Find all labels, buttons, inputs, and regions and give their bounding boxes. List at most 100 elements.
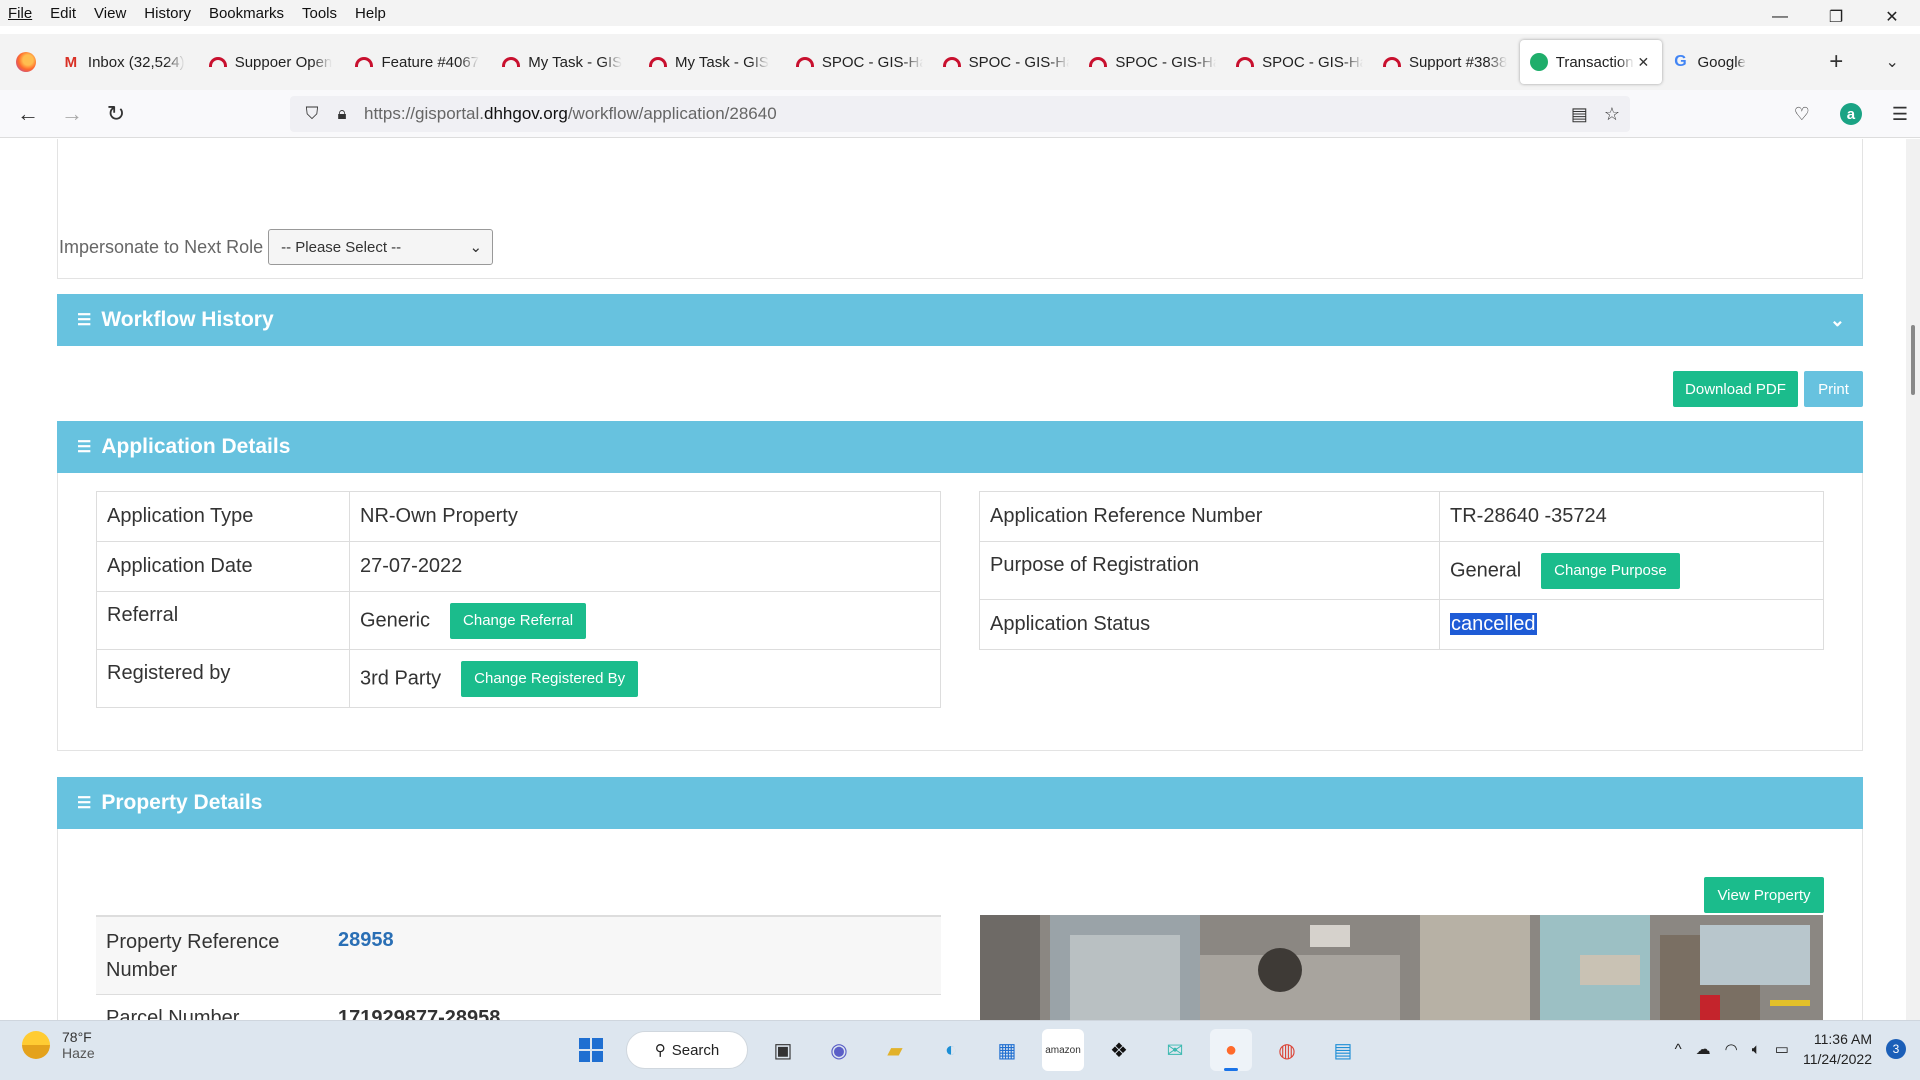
list-icon: ☰ bbox=[77, 795, 92, 812]
download-pdf-button[interactable]: Download PDF bbox=[1673, 371, 1798, 407]
toolbar-right: ♡ a ☰ bbox=[1794, 90, 1908, 138]
property-reference-link[interactable]: 28958 bbox=[338, 929, 394, 951]
menu-tools[interactable]: Tools bbox=[293, 5, 346, 22]
bookmark-star-icon[interactable]: ☆ bbox=[1604, 104, 1620, 125]
tab-inbox[interactable]: M Inbox (32,524) bbox=[52, 40, 199, 84]
table-row: Purpose of Registration General Change Pur… bbox=[979, 541, 1824, 600]
chrome-icon[interactable]: ◍ bbox=[1266, 1029, 1308, 1071]
menu-help[interactable]: Help bbox=[346, 5, 395, 22]
change-registered-by-button[interactable]: Change Registered By bbox=[461, 660, 639, 697]
application-details-right-table: Application Reference Number TR-28640 -35… bbox=[979, 491, 1824, 650]
field-value: 171929877-28958 bbox=[328, 994, 941, 1020]
print-button[interactable]: Print bbox=[1804, 371, 1863, 407]
arc-icon bbox=[355, 54, 374, 70]
close-tab-icon[interactable]: ✕ bbox=[1638, 54, 1650, 71]
table-row: Application Type NR-Own Property bbox=[96, 491, 941, 542]
menu-history[interactable]: History bbox=[135, 5, 200, 22]
back-icon[interactable]: ← bbox=[8, 94, 48, 134]
table-row: Referral Generic Change Referral bbox=[96, 591, 941, 650]
amazon-icon[interactable]: amazon bbox=[1042, 1029, 1084, 1071]
tab-spoc-4[interactable]: SPOC - GIS-Ha bbox=[1226, 40, 1373, 84]
taskbar: 78°F Haze ⚲ Search ▣ ◉ ▰ ◐ ▦ amazon ❖ ✉ ●… bbox=[0, 1020, 1920, 1080]
cloud-error-icon[interactable]: ☁ bbox=[1696, 1040, 1711, 1058]
field-value: 3rd Party Change Registered By bbox=[349, 649, 941, 708]
weather-condition: Haze bbox=[62, 1045, 95, 1061]
file-explorer-icon[interactable]: ▰ bbox=[874, 1029, 916, 1071]
aerial-property-image bbox=[980, 915, 1823, 1020]
status-badge[interactable]: cancelled bbox=[1450, 613, 1537, 635]
reader-view-icon[interactable]: ▤ bbox=[1571, 104, 1588, 125]
action-card: Impersonate to Next Role -- Please Selec… bbox=[57, 139, 1863, 279]
weather-widget[interactable]: 78°F Haze bbox=[22, 1029, 95, 1061]
notification-badge[interactable]: 3 bbox=[1886, 1039, 1906, 1059]
firefox-icon[interactable]: ● bbox=[1210, 1029, 1252, 1071]
firefox-view-icon[interactable] bbox=[0, 34, 52, 90]
change-referral-button[interactable]: Change Referral bbox=[450, 602, 587, 639]
menu-edit[interactable]: Edit bbox=[41, 5, 85, 22]
field-label: Application Reference Number bbox=[979, 491, 1440, 542]
tab-my-task-1[interactable]: My Task - GIS bbox=[492, 40, 639, 84]
application-details-left-table: Application Type NR-Own Property Applicat… bbox=[96, 491, 941, 708]
tab-transaction[interactable]: Transaction ✕ bbox=[1519, 40, 1662, 84]
field-value: Generic Change Referral bbox=[349, 591, 941, 650]
scrollbar-thumb[interactable] bbox=[1911, 325, 1915, 395]
tab-spoc-1[interactable]: SPOC - GIS-Ha bbox=[786, 40, 933, 84]
account-icon[interactable]: a bbox=[1839, 103, 1862, 125]
url-bar[interactable]: ⛉ 🔒︎ https://gisportal.dhhgov.org/workfl… bbox=[290, 96, 1630, 132]
view-property-button[interactable]: View Property bbox=[1704, 877, 1824, 913]
menu-bookmarks[interactable]: Bookmarks bbox=[200, 5, 293, 22]
tab-spoc-2[interactable]: SPOC - GIS-Ha bbox=[933, 40, 1080, 84]
page-scrollbar[interactable] bbox=[1906, 139, 1920, 1020]
reload-icon[interactable]: ↻ bbox=[96, 94, 136, 134]
field-label: Application Status bbox=[979, 599, 1440, 650]
url-text[interactable]: https://gisportal.dhhgov.org/workflow/ap… bbox=[364, 104, 777, 124]
task-view-icon[interactable]: ▣ bbox=[762, 1029, 804, 1071]
pocket-icon[interactable]: ♡ bbox=[1794, 104, 1810, 125]
chevron-down-icon[interactable]: ⌄ bbox=[1830, 310, 1845, 331]
table-row: Parcel Number 171929877-28958 bbox=[96, 994, 941, 1020]
store-icon[interactable]: ▦ bbox=[986, 1029, 1028, 1071]
weather-temp: 78°F bbox=[62, 1029, 92, 1045]
menu-file[interactable]: File bbox=[0, 5, 41, 22]
impersonate-row: Impersonate to Next Role -- Please Selec… bbox=[59, 229, 494, 265]
taskbar-search[interactable]: ⚲ Search bbox=[626, 1031, 748, 1069]
minimize-button[interactable]: — bbox=[1752, 0, 1808, 34]
panel-title: Application Details bbox=[101, 435, 291, 458]
tab-feature[interactable]: Feature #4067 bbox=[345, 40, 492, 84]
workflow-history-header[interactable]: ☰ Workflow History ⌄ bbox=[57, 294, 1863, 346]
tab-support[interactable]: Support #3838 bbox=[1373, 40, 1520, 84]
lock-icon[interactable]: 🔒︎ bbox=[328, 104, 356, 124]
tab-google[interactable]: G Google bbox=[1662, 40, 1809, 84]
close-window-button[interactable]: ✕ bbox=[1864, 0, 1920, 34]
battery-icon[interactable]: ▭ bbox=[1775, 1040, 1789, 1058]
start-icon[interactable] bbox=[570, 1029, 612, 1071]
notepad-icon[interactable]: ▤ bbox=[1322, 1029, 1364, 1071]
forward-icon[interactable]: → bbox=[52, 94, 92, 134]
field-label: Property Reference Number bbox=[96, 916, 328, 995]
edge-icon[interactable]: ◐ bbox=[930, 1029, 972, 1071]
panel-title: Workflow History bbox=[101, 308, 274, 331]
dropbox-icon[interactable]: ❖ bbox=[1098, 1029, 1140, 1071]
app-menu-icon[interactable]: ☰ bbox=[1892, 104, 1908, 125]
mail-icon[interactable]: ✉ bbox=[1154, 1029, 1196, 1071]
tab-strip: M Inbox (32,524) Suppoer Open Feature #40… bbox=[0, 34, 1920, 90]
teams-chat-icon[interactable]: ◉ bbox=[818, 1029, 860, 1071]
arc-icon bbox=[502, 54, 521, 70]
field-label: Purpose of Registration bbox=[979, 541, 1440, 600]
chevron-up-icon[interactable]: ^ bbox=[1675, 1041, 1682, 1058]
tab-spoc-3[interactable]: SPOC - GIS-Ha bbox=[1079, 40, 1226, 84]
clock[interactable]: 11:36 AM 11/24/2022 bbox=[1803, 1029, 1872, 1069]
list-all-tabs-icon[interactable]: ⌄ bbox=[1864, 52, 1920, 72]
impersonate-role-select[interactable]: -- Please Select -- ⌄ bbox=[268, 229, 494, 265]
tab-my-task-2[interactable]: My Task - GIS bbox=[639, 40, 786, 84]
change-purpose-button[interactable]: Change Purpose bbox=[1541, 552, 1680, 589]
restore-button[interactable]: ❐ bbox=[1808, 0, 1864, 34]
shield-icon[interactable]: ⛉ bbox=[298, 104, 326, 124]
volume-icon[interactable]: 🔈︎ bbox=[1752, 1041, 1761, 1058]
tab-support-open[interactable]: Suppoer Open bbox=[199, 40, 346, 84]
field-value: cancelled bbox=[1439, 599, 1824, 650]
arc-icon bbox=[942, 54, 961, 70]
wifi-icon[interactable]: ◠ bbox=[1725, 1040, 1738, 1058]
menu-view[interactable]: View bbox=[85, 5, 135, 22]
new-tab-button[interactable]: + bbox=[1808, 48, 1864, 76]
